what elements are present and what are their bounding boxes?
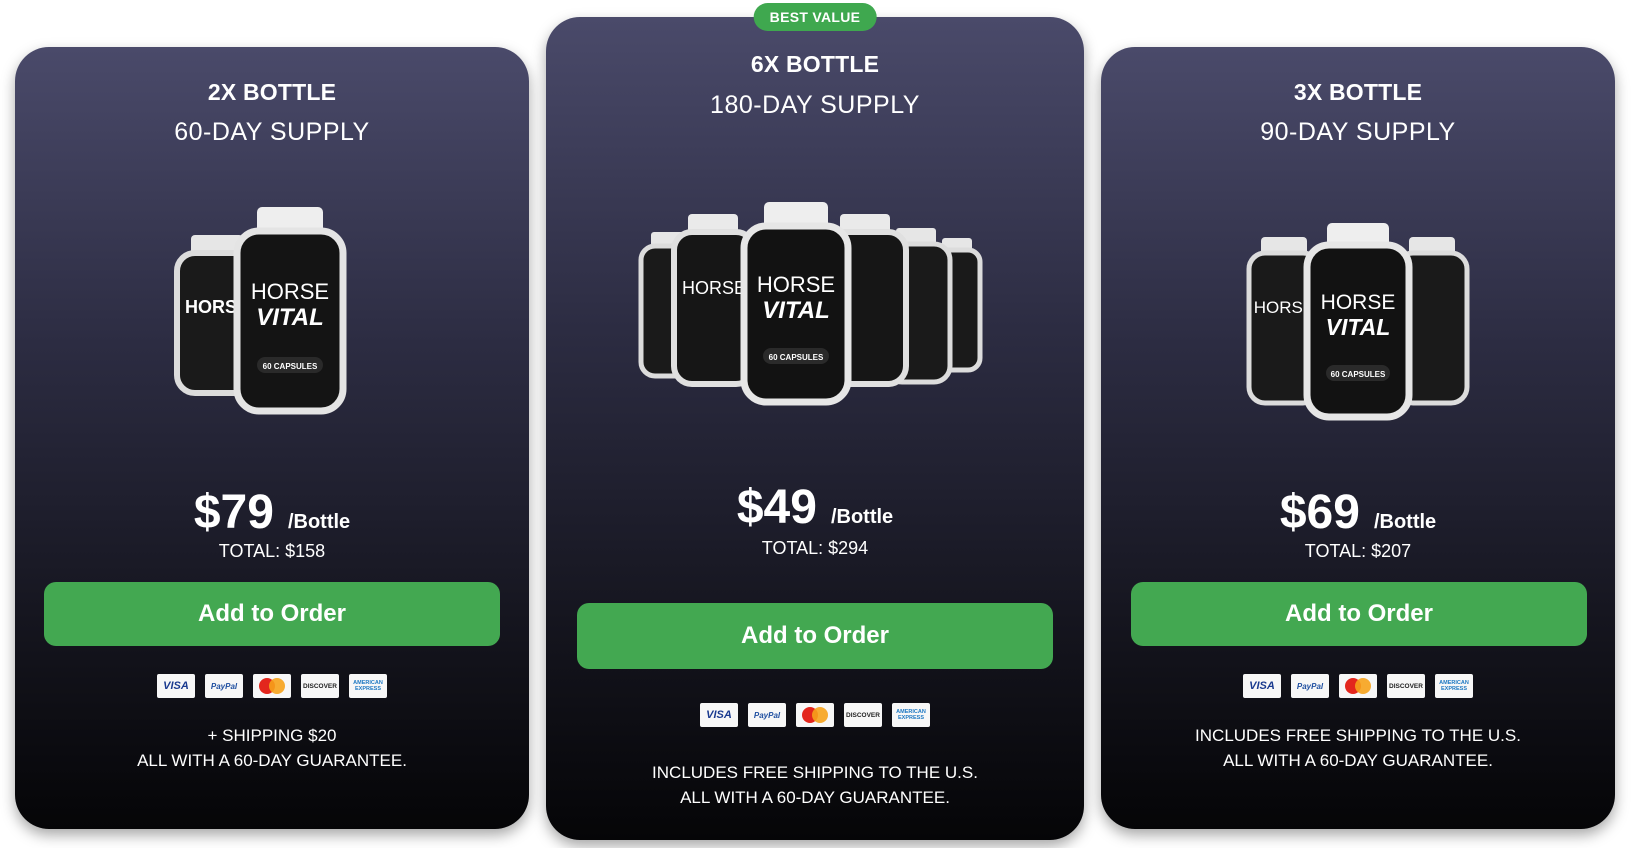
svg-text:60 CAPSULES: 60 CAPSULES: [1331, 370, 1386, 379]
price-row: $79 /Bottle: [15, 485, 529, 540]
plan-quantity: 6X BOTTLE: [750, 51, 880, 77]
price-row: $69 /Bottle: [1101, 485, 1615, 540]
product-bottles-image: HORSE HORSEVITAL 60 CAPSULES: [1246, 223, 1470, 421]
price: $49: [736, 481, 817, 534]
bottle: HORSEVITAL 60 CAPSULES: [740, 202, 852, 406]
amex-icon: AMERICAN EXPRESS: [349, 674, 387, 698]
discover-icon: DISCOVER: [1387, 674, 1425, 698]
payment-methods: VISA PayPal DISCOVER AMERICAN EXPRESS: [1101, 674, 1615, 698]
plan-card-6x: BEST VALUE 6X BOTTLE 180-DAY SUPPLY HORS…: [546, 3, 1084, 840]
add-to-order-button[interactable]: Add to Order: [44, 582, 500, 646]
mastercard-icon: [1339, 674, 1377, 698]
plan-card-3x: 3X BOTTLE 90-DAY SUPPLY HORSE HORSE VITAL…: [1101, 47, 1615, 829]
add-to-order-button[interactable]: Add to Order: [577, 603, 1053, 669]
paypal-icon: PayPal: [205, 674, 243, 698]
guarantee-note: ALL WITH A 60-DAY GUARANTEE.: [680, 788, 950, 807]
svg-text:60 CAPSULES: 60 CAPSULES: [769, 353, 824, 362]
product-bottles-image: HORSE HORSEVITAL 60 CAPSULES: [174, 207, 347, 415]
plan-quantity: 3X BOTTLE: [1293, 79, 1423, 105]
svg-text:VITAL: VITAL: [762, 297, 830, 324]
product-bottles-image: HORSE HORSEVITAL60 CAPSULES: [638, 202, 983, 406]
svg-text:HORSE: HORSE: [757, 272, 835, 297]
payment-methods: VISA PayPal DISCOVER AMERICAN EXPRESS: [15, 674, 529, 698]
discover-icon: DISCOVER: [301, 674, 339, 698]
amex-icon: AMERICAN EXPRESS: [892, 703, 930, 727]
price: $69: [1279, 486, 1360, 539]
plan-supply: 60-DAY SUPPLY: [174, 118, 370, 146]
shipping-note: INCLUDES FREE SHIPPING TO THE U.S.: [652, 763, 978, 782]
discover-icon: DISCOVER: [844, 703, 882, 727]
svg-text:HORSE: HORSE: [1321, 291, 1396, 314]
guarantee-note: ALL WITH A 60-DAY GUARANTEE.: [1223, 751, 1493, 770]
svg-text:VITAL: VITAL: [1326, 314, 1391, 340]
price-row: $49 /Bottle: [546, 480, 1084, 535]
per-bottle-label: /Bottle: [830, 506, 894, 528]
guarantee-note: ALL WITH A 60-DAY GUARANTEE.: [137, 751, 407, 770]
total-price: TOTAL: $158: [218, 541, 326, 561]
total-price: TOTAL: $294: [761, 538, 869, 558]
plan-supply: 90-DAY SUPPLY: [1260, 118, 1456, 146]
shipping-notes: INCLUDES FREE SHIPPING TO THE U.S. ALL W…: [546, 760, 1084, 810]
svg-text:60 CAPSULES: 60 CAPSULES: [263, 362, 318, 371]
shipping-notes: + SHIPPING $20 ALL WITH A 60-DAY GUARANT…: [15, 723, 529, 773]
per-bottle-label: /Bottle: [287, 511, 351, 533]
amex-icon: AMERICAN EXPRESS: [1435, 674, 1473, 698]
visa-icon: VISA: [700, 703, 738, 727]
plan-quantity: 2X BOTTLE: [207, 79, 337, 105]
plan-card-2x: 2X BOTTLE 60-DAY SUPPLY HORSE HORSE VITAL…: [15, 47, 529, 829]
plan-supply: 180-DAY SUPPLY: [710, 91, 920, 119]
price: $79: [193, 486, 274, 539]
bottle: HORSEVITAL 60 CAPSULES: [1303, 223, 1413, 421]
paypal-icon: PayPal: [748, 703, 786, 727]
mastercard-icon: [796, 703, 834, 727]
mastercard-icon: [253, 674, 291, 698]
per-bottle-label: /Bottle: [1373, 511, 1437, 533]
paypal-icon: PayPal: [1291, 674, 1329, 698]
visa-icon: VISA: [1243, 674, 1281, 698]
bottle: HORSEVITAL 60 CAPSULES: [233, 207, 347, 415]
visa-icon: VISA: [157, 674, 195, 698]
payment-methods: VISA PayPal DISCOVER AMERICAN EXPRESS: [546, 703, 1084, 727]
shipping-note: + SHIPPING $20: [207, 726, 337, 745]
shipping-notes: INCLUDES FREE SHIPPING TO THE U.S. ALL W…: [1101, 723, 1615, 773]
shipping-note: INCLUDES FREE SHIPPING TO THE U.S.: [1195, 726, 1521, 745]
best-value-badge: BEST VALUE: [753, 3, 877, 31]
svg-text:HORSE: HORSE: [682, 278, 746, 298]
add-to-order-button[interactable]: Add to Order: [1131, 582, 1587, 646]
total-price: TOTAL: $207: [1304, 541, 1412, 561]
svg-text:VITAL: VITAL: [256, 304, 324, 331]
svg-text:HORSE: HORSE: [251, 279, 329, 304]
